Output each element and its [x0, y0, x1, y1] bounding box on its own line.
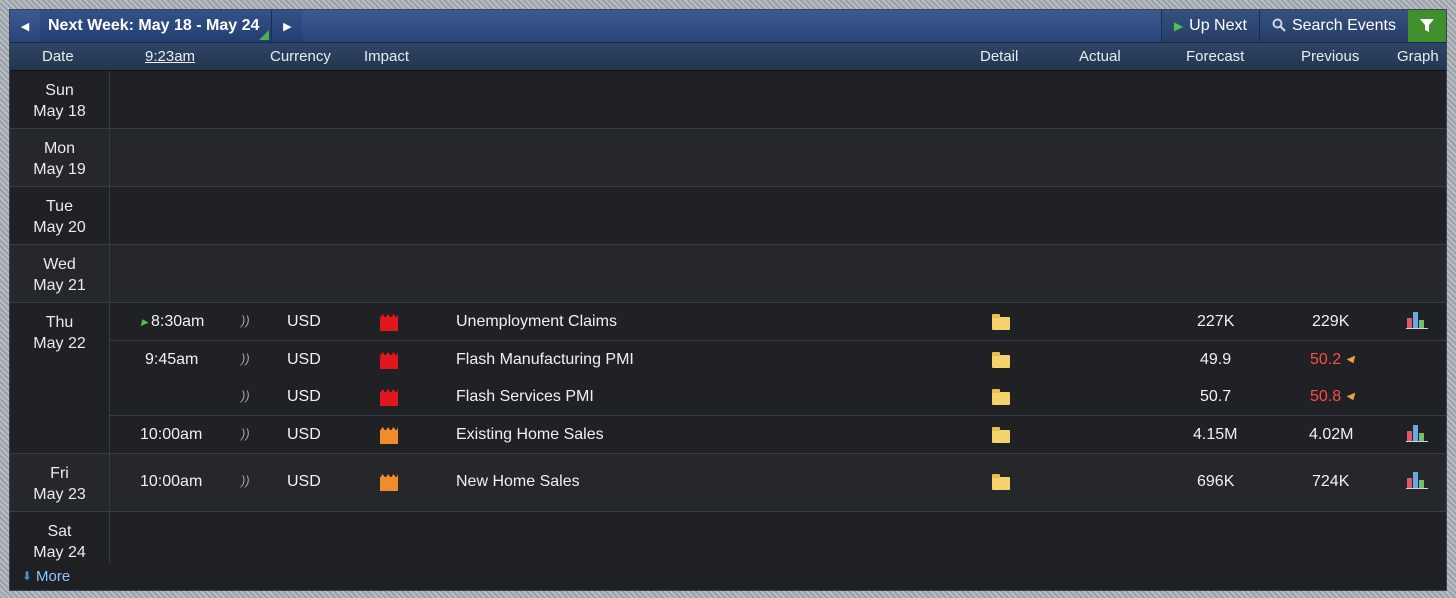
- day-label: Sat May 24: [10, 512, 110, 569]
- more-label[interactable]: More: [36, 568, 70, 585]
- day-date: May 18: [33, 103, 86, 120]
- up-next-button[interactable]: ▶ Up Next: [1160, 10, 1259, 42]
- sound-alert-icon[interactable]: )): [241, 351, 250, 366]
- day-row-thu: Thu May 22 ▶ 8:30am )) USD Unemployment C…: [10, 303, 1446, 454]
- next-event-marker-icon: ▶: [141, 317, 148, 327]
- graph-icon[interactable]: [1406, 471, 1428, 489]
- day-label: Mon May 19: [10, 129, 110, 186]
- event-previous: 50.2: [1310, 351, 1342, 368]
- next-week-button[interactable]: ▶: [271, 10, 303, 42]
- search-events-button[interactable]: Search Events: [1258, 10, 1408, 42]
- header-current-time[interactable]: 9:23am: [145, 48, 195, 65]
- day-label: Thu May 22: [10, 303, 110, 453]
- day-name: Wed: [43, 256, 76, 273]
- event-name[interactable]: New Home Sales: [456, 473, 580, 491]
- filter-icon: [1420, 19, 1434, 32]
- header-actual: Actual: [1079, 48, 1121, 65]
- up-next-label: Up Next: [1189, 17, 1247, 34]
- header-detail: Detail: [980, 48, 1019, 65]
- day-label: Fri May 23: [10, 454, 110, 511]
- day-name: Thu: [45, 314, 74, 331]
- event-forecast: 49.9: [1200, 351, 1232, 368]
- event-forecast: 50.7: [1200, 388, 1232, 405]
- event-row[interactable]: 9:45am )) USD Flash Manufacturing PMI 49…: [110, 340, 1446, 378]
- header-currency: Currency: [270, 48, 331, 65]
- header-graph: Graph: [1397, 48, 1439, 65]
- day-row-mon: Mon May 19: [10, 129, 1446, 187]
- header-forecast: Forecast: [1186, 48, 1245, 65]
- event-forecast: 4.15M: [1193, 426, 1238, 443]
- graph-icon[interactable]: [1406, 311, 1428, 329]
- event-row[interactable]: )) USD Flash Services PMI 50.7 50.8 ◀: [110, 378, 1446, 415]
- day-date: May 21: [33, 277, 86, 294]
- day-row-tue: Tue May 20: [10, 187, 1446, 245]
- header-date: Date: [42, 48, 74, 65]
- topbar: ◀ Next Week: May 18 - May 24 ▶ ▶ Up Next…: [10, 10, 1446, 43]
- event-previous: 724K: [1312, 473, 1350, 490]
- event-currency: USD: [287, 313, 321, 330]
- day-name: Mon: [43, 140, 76, 157]
- event-currency: USD: [287, 351, 321, 368]
- column-header: Date 9:23am Currency Impact Detail Actua…: [10, 43, 1446, 71]
- event-time: 10:00am: [140, 473, 203, 490]
- event-previous: 4.02M: [1309, 426, 1354, 443]
- event-name[interactable]: Existing Home Sales: [456, 426, 604, 444]
- day-row-wed: Wed May 21: [10, 245, 1446, 303]
- revised-arrow-icon: ◀: [1346, 354, 1354, 365]
- day-date: May 19: [33, 161, 86, 178]
- day-name: Tue: [46, 198, 73, 215]
- day-name: Sat: [47, 523, 72, 540]
- day-name: Fri: [50, 465, 69, 482]
- sound-alert-icon[interactable]: )): [241, 388, 250, 403]
- event-row[interactable]: 10:00am )) USD Existing Home Sales 4.15M…: [110, 415, 1446, 453]
- sound-alert-icon[interactable]: )): [241, 313, 250, 328]
- day-date: May 22: [33, 335, 86, 352]
- revised-arrow-icon: ◀: [1346, 391, 1354, 402]
- event-previous: 50.8: [1310, 388, 1342, 405]
- prev-week-button[interactable]: ◀: [10, 10, 40, 42]
- event-time: 10:00am: [140, 426, 203, 443]
- day-label: Wed May 21: [10, 245, 110, 302]
- day-label: Sun May 18: [10, 71, 110, 128]
- header-impact: Impact: [364, 48, 410, 65]
- event-currency: USD: [287, 473, 321, 490]
- sound-alert-icon[interactable]: )): [241, 473, 250, 488]
- search-events-label: Search Events: [1291, 17, 1396, 34]
- event-name[interactable]: Unemployment Claims: [456, 313, 617, 331]
- event-currency: USD: [287, 388, 321, 405]
- header-previous: Previous: [1301, 48, 1360, 65]
- day-name: Sun: [45, 82, 74, 99]
- event-currency: USD: [287, 426, 321, 443]
- filter-button[interactable]: [1408, 10, 1446, 42]
- event-name[interactable]: Flash Manufacturing PMI: [456, 351, 634, 369]
- search-icon: [1272, 18, 1286, 35]
- event-row[interactable]: ▶ 8:30am )) USD Unemployment Claims 227K…: [110, 303, 1446, 340]
- day-date: May 24: [33, 544, 86, 561]
- play-icon: ▶: [1173, 19, 1184, 33]
- day-label: Tue May 20: [10, 187, 110, 244]
- week-title[interactable]: Next Week: May 18 - May 24: [40, 10, 272, 42]
- event-time: 8:30am: [151, 313, 205, 330]
- event-time: 9:45am: [145, 351, 199, 368]
- day-date: May 23: [33, 486, 86, 503]
- download-arrow-icon: ⬇: [22, 569, 33, 583]
- day-row-sat: Sat May 24: [10, 512, 1446, 570]
- more-link[interactable]: ⬇ More: [10, 563, 1446, 590]
- event-previous: 229K: [1312, 313, 1350, 330]
- calendar: ◀ Next Week: May 18 - May 24 ▶ ▶ Up Next…: [9, 9, 1447, 591]
- day-date: May 20: [33, 219, 86, 236]
- graph-icon[interactable]: [1406, 424, 1428, 442]
- event-forecast: 227K: [1197, 313, 1235, 330]
- day-row-fri: Fri May 23 10:00am )) USD New Home Sales …: [10, 454, 1446, 512]
- day-row-sun: Sun May 18: [10, 71, 1446, 129]
- event-name[interactable]: Flash Services PMI: [456, 388, 594, 406]
- event-forecast: 696K: [1197, 473, 1235, 490]
- event-row[interactable]: 10:00am )) USD New Home Sales 696K 724K: [110, 454, 1446, 511]
- sound-alert-icon[interactable]: )): [241, 426, 250, 441]
